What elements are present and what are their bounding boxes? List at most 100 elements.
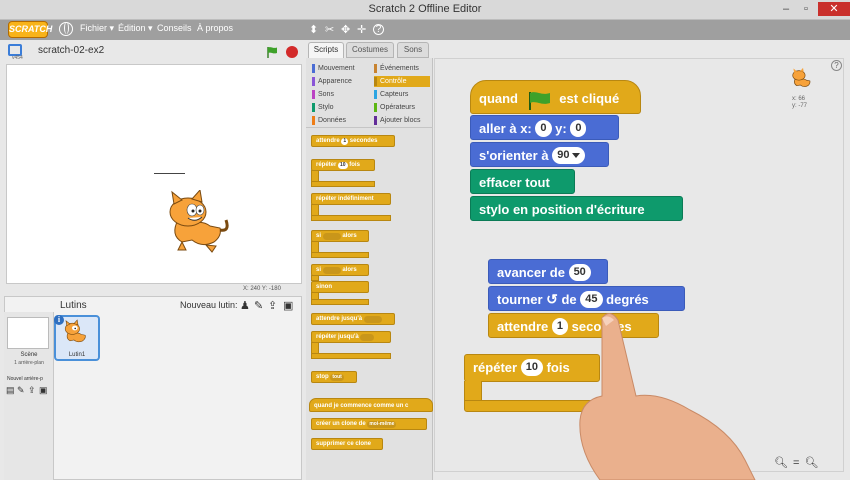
mouse-coordinates: X: 240 Y: -180: [243, 286, 281, 292]
menu-bar: SCRATCH Fichier ▾ Édition ▾ Conseils À p…: [0, 20, 850, 40]
script-block-when-flag-clicked[interactable]: quand est cliqué: [470, 80, 641, 114]
palette-block-stop[interactable]: stop tout: [311, 371, 357, 383]
palette-block-indef-foot: [311, 215, 391, 221]
sprite-thumbnail-cat-icon: [64, 319, 86, 343]
window-title: Scratch 2 Offline Editor: [368, 3, 482, 15]
stage[interactable]: [6, 64, 302, 284]
new-sprite-label: Nouveau lutin:: [180, 300, 238, 310]
close-button[interactable]: ✕: [818, 2, 850, 16]
duplicate-icon[interactable]: ⬍: [309, 23, 318, 36]
palette-block-sinon-foot: [311, 299, 369, 305]
stage-label: Scène: [20, 352, 38, 358]
grow-icon[interactable]: ✥: [341, 23, 350, 36]
script-block-repeat[interactable]: répéter 10 fois: [464, 354, 600, 382]
zoom-out-icon[interactable]: 🔍︎: [774, 457, 788, 469]
stop-icon[interactable]: [286, 46, 298, 58]
palette-block-clone-start[interactable]: quand je commence comme un c: [309, 398, 433, 412]
menu-a-propos[interactable]: À propos: [197, 23, 233, 33]
palette-block-repeter-indefiniment[interactable]: répéter indéfiniment: [311, 193, 391, 205]
repeat-block-arm: [464, 381, 482, 401]
sprite-name-label: Lutin1: [68, 352, 86, 358]
menu-conseils[interactable]: Conseils: [157, 23, 192, 33]
script-block-move[interactable]: avancer de 50: [488, 259, 608, 284]
stage-thumbnail[interactable]: [7, 317, 49, 349]
help-block-icon[interactable]: ?: [373, 24, 384, 35]
choose-sprite-library-icon[interactable]: ♟: [240, 299, 250, 312]
new-backdrop-label: Nouvel arrière-p: [7, 376, 43, 382]
category-stylo[interactable]: Stylo: [312, 102, 368, 113]
help-icon[interactable]: ?: [831, 60, 842, 71]
palette-block-si-alors[interactable]: si alors: [311, 230, 369, 242]
direction-input[interactable]: 90: [552, 147, 586, 165]
palette-block-repeter-jusqua[interactable]: répéter jusqu'à: [311, 331, 391, 343]
script-block-pen-down[interactable]: stylo en position d'écriture: [470, 196, 683, 221]
backdrop-library-icon[interactable]: ▤: [6, 385, 15, 396]
title-bar: Scratch 2 Offline Editor – ▫ ✕: [0, 0, 850, 20]
category-apparence[interactable]: Apparence: [312, 76, 368, 87]
tab-sons[interactable]: Sons: [397, 42, 429, 58]
category-capteurs[interactable]: Capteurs: [374, 89, 430, 100]
category-ajouter-blocs[interactable]: Ajouter blocs: [374, 115, 430, 126]
repeat-count-input[interactable]: 10: [520, 359, 543, 377]
turn-degrees-input[interactable]: 45: [580, 291, 603, 309]
version-label: v454: [12, 55, 23, 61]
goto-y-input[interactable]: 0: [570, 120, 587, 138]
language-globe-icon[interactable]: [59, 22, 73, 36]
palette-block-clone-create[interactable]: créer un clone de moi-même: [311, 418, 427, 430]
category-list: Mouvement Événements Apparence Contrôle …: [306, 60, 433, 128]
palette-block-sinon-label: sinon: [311, 281, 369, 293]
category-operateurs[interactable]: Opérateurs: [374, 102, 430, 113]
zoom-in-icon[interactable]: 🔍︎: [805, 457, 819, 469]
goto-x-input[interactable]: 0: [535, 120, 552, 138]
palette-block-attendre[interactable]: attendre 1 secondes: [311, 135, 395, 147]
paint-backdrop-icon[interactable]: ✎: [17, 385, 25, 396]
palette-block-repeter[interactable]: répéter 10 fois: [311, 159, 375, 171]
current-sprite-icon: [792, 67, 811, 87]
pen-line: [154, 173, 185, 174]
script-block-turn[interactable]: tourner ↺ de 45 degrés: [488, 286, 685, 311]
category-mouvement[interactable]: Mouvement: [312, 63, 368, 74]
scratch-editor-window: Scratch 2 Offline Editor – ▫ ✕ SCRATCH F…: [0, 0, 850, 480]
sprites-heading: Lutins: [60, 300, 87, 311]
maximize-button[interactable]: ▫: [798, 2, 814, 16]
repeat-block-foot: [464, 400, 600, 412]
camera-backdrop-icon[interactable]: ▣: [39, 385, 48, 396]
delete-scissors-icon[interactable]: ✂: [325, 23, 334, 36]
palette-block-si-foot: [311, 252, 369, 258]
tab-scripts[interactable]: Scripts: [308, 42, 344, 58]
category-controle[interactable]: Contrôle: [374, 76, 430, 87]
sprite-position: x: 66 y: -77: [792, 96, 808, 109]
script-block-point-direction[interactable]: s'orienter à 90: [470, 142, 609, 167]
rotate-left-icon: ↺: [546, 291, 558, 307]
shrink-icon[interactable]: ✛: [357, 23, 366, 36]
green-flag-icon: [528, 91, 550, 110]
script-block-goto-xy[interactable]: aller à x: 0 y: 0: [470, 115, 619, 140]
upload-sprite-icon[interactable]: ⇪: [268, 299, 277, 312]
palette-block-attendre-jusqua[interactable]: attendre jusqu'à: [311, 313, 395, 325]
category-evenements[interactable]: Événements: [374, 63, 430, 74]
zoom-reset-icon[interactable]: =: [793, 457, 799, 469]
menu-fichier[interactable]: Fichier ▾: [80, 23, 114, 34]
menu-edition[interactable]: Édition ▾: [118, 23, 153, 34]
tab-costumes[interactable]: Costumes: [346, 42, 394, 58]
category-donnees[interactable]: Données: [312, 115, 368, 126]
project-title[interactable]: scratch-02-ex2: [38, 45, 104, 56]
minimize-button[interactable]: –: [778, 2, 794, 16]
upload-backdrop-icon[interactable]: ⇪: [28, 385, 36, 396]
zoom-controls: 🔍︎ = 🔍︎: [774, 456, 819, 469]
camera-sprite-icon[interactable]: ▣: [283, 299, 293, 312]
script-block-clear[interactable]: effacer tout: [470, 169, 575, 194]
scratch-logo[interactable]: SCRATCH: [8, 21, 52, 38]
move-steps-input[interactable]: 50: [568, 264, 591, 282]
wait-seconds-input[interactable]: 1: [551, 318, 569, 336]
script-block-wait[interactable]: attendre 1 secondes: [488, 313, 659, 338]
cat-sprite[interactable]: [162, 190, 232, 255]
palette-block-si-sinon[interactable]: si alors: [311, 264, 369, 276]
palette-block-jusqua-foot: [311, 353, 391, 359]
palette-block-repeter-foot: [311, 181, 375, 187]
paint-sprite-icon[interactable]: ✎: [254, 299, 263, 312]
palette-block-clone-delete[interactable]: supprimer ce clone: [311, 438, 383, 450]
category-sons[interactable]: Sons: [312, 89, 368, 100]
backdrop-count: 1 arrière-plan: [14, 360, 44, 366]
green-flag-icon[interactable]: [266, 46, 278, 58]
